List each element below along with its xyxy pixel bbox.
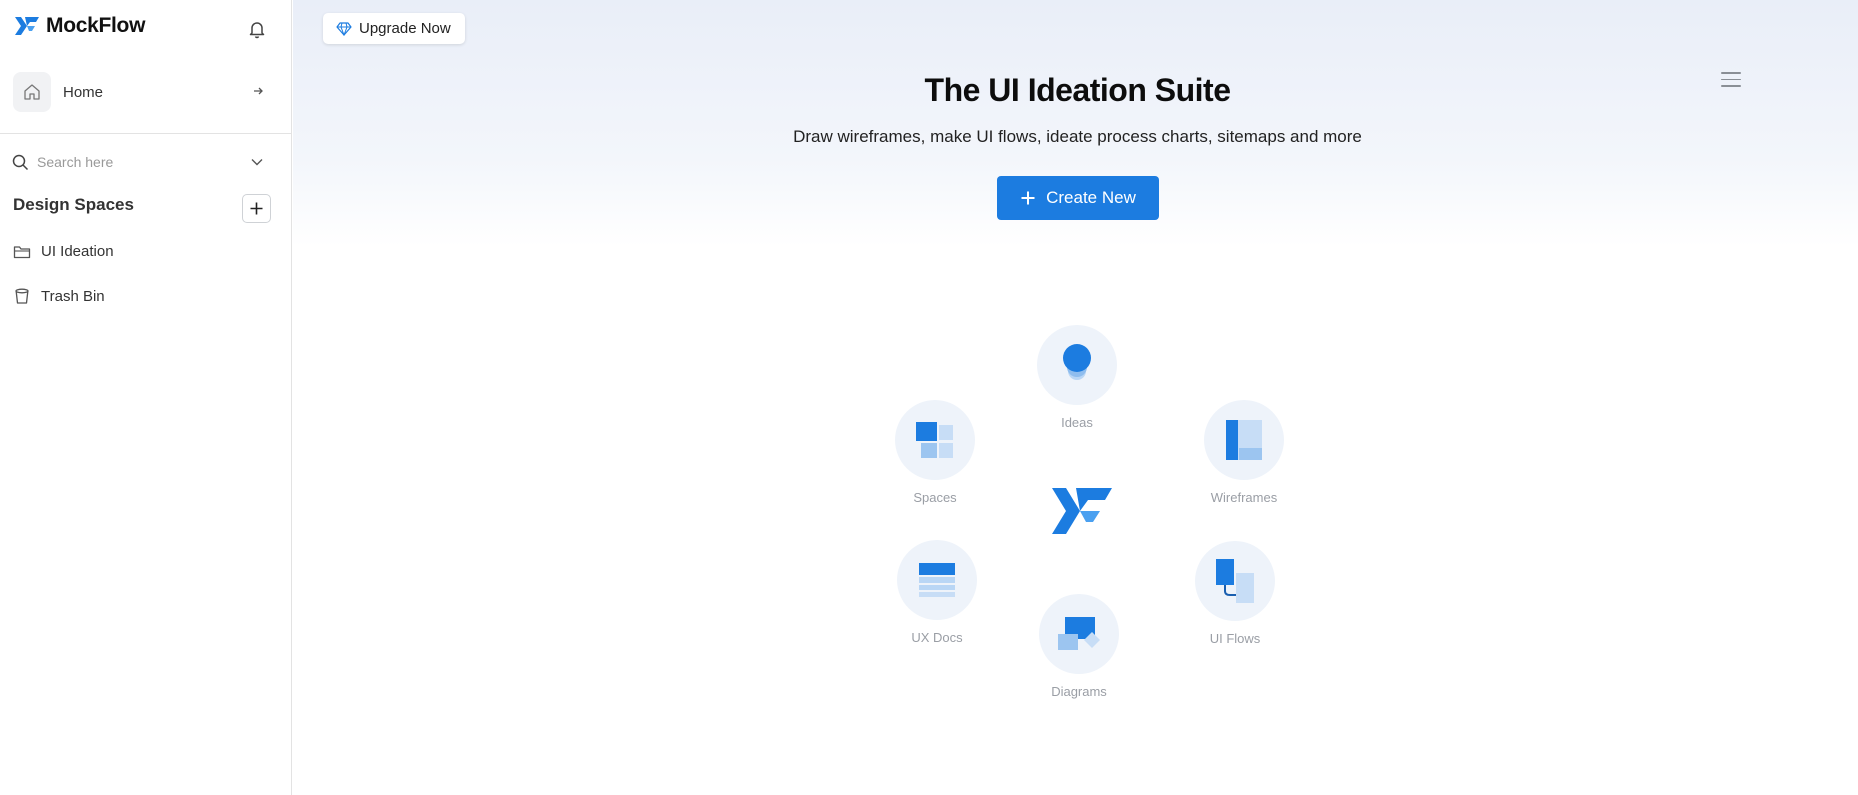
home-tile — [13, 72, 51, 112]
feature-label: Diagrams — [1051, 684, 1107, 699]
diagrams-icon — [1058, 617, 1100, 650]
ui-flows-icon — [1216, 559, 1254, 603]
feature-label: Spaces — [913, 490, 957, 505]
feature-circle — [1195, 541, 1275, 621]
mockflow-logo-icon — [15, 17, 39, 35]
sidebar-item-label: UI Ideation — [41, 243, 114, 260]
spaces-icon — [916, 422, 953, 458]
feature-label: Wireframes — [1210, 490, 1278, 505]
sidebar-divider — [0, 133, 292, 134]
diamond-icon — [336, 21, 352, 36]
create-new-button[interactable]: Create New — [997, 176, 1159, 220]
ux-docs-icon — [919, 563, 955, 597]
feature-spaces[interactable]: Spaces — [875, 400, 995, 505]
design-spaces-title: Design Spaces — [13, 195, 134, 214]
add-space-button[interactable] — [242, 194, 271, 223]
home-label: Home — [63, 83, 104, 101]
feature-ux-docs[interactable]: UX Docs — [877, 540, 997, 645]
feature-ui-flows[interactable]: UI Flows — [1175, 541, 1295, 646]
wireframes-icon — [1226, 420, 1262, 460]
brand[interactable]: MockFlow — [14, 14, 145, 38]
feature-circle — [895, 400, 975, 480]
bulb-icon — [1063, 344, 1091, 380]
mockflow-center-logo-icon — [1052, 488, 1112, 534]
sidebar-item-label: Trash Bin — [41, 287, 105, 305]
upgrade-label: Upgrade Now — [359, 20, 451, 37]
search-icon — [12, 154, 29, 170]
page-subtitle: Draw wireframes, make UI flows, ideate p… — [793, 127, 1362, 146]
sidebar-item-trash-bin[interactable]: Trash Bin — [13, 287, 105, 305]
feature-diagrams[interactable]: Diagrams — [1019, 594, 1139, 699]
sidebar-item-ui-ideation[interactable]: UI Ideation — [13, 243, 114, 260]
brand-name: MockFlow — [46, 14, 146, 37]
feature-circle — [1204, 400, 1284, 480]
upgrade-button[interactable]: Upgrade Now — [323, 13, 465, 44]
feature-label: UI Flows — [1209, 631, 1261, 646]
feature-circle — [1039, 594, 1119, 674]
bell-icon[interactable] — [246, 18, 268, 40]
feature-circle — [1037, 325, 1117, 405]
page-title: The UI Ideation Suite — [924, 72, 1231, 108]
search-bar — [12, 150, 266, 174]
trash-icon — [15, 288, 29, 304]
home-icon — [24, 84, 40, 100]
feature-ideas[interactable]: Ideas — [1017, 325, 1137, 430]
folder-icon — [13, 245, 31, 258]
arrow-right-icon — [254, 87, 263, 95]
plus-icon — [1021, 191, 1035, 205]
sidebar: MockFlow Home Design Spaces — [0, 0, 292, 795]
home-nav-item[interactable]: Home — [13, 72, 275, 112]
feature-label: Ideas — [1061, 415, 1093, 430]
feature-wireframes[interactable]: Wireframes — [1184, 400, 1304, 505]
main-area: Upgrade Now The UI Ideation Suite Draw w… — [293, 0, 1858, 795]
chevron-down-icon[interactable] — [249, 154, 265, 170]
search-input[interactable] — [37, 154, 237, 170]
create-new-label: Create New — [1046, 188, 1136, 207]
plus-icon — [250, 202, 263, 215]
feature-label: UX Docs — [911, 630, 963, 645]
feature-circle — [897, 540, 977, 620]
